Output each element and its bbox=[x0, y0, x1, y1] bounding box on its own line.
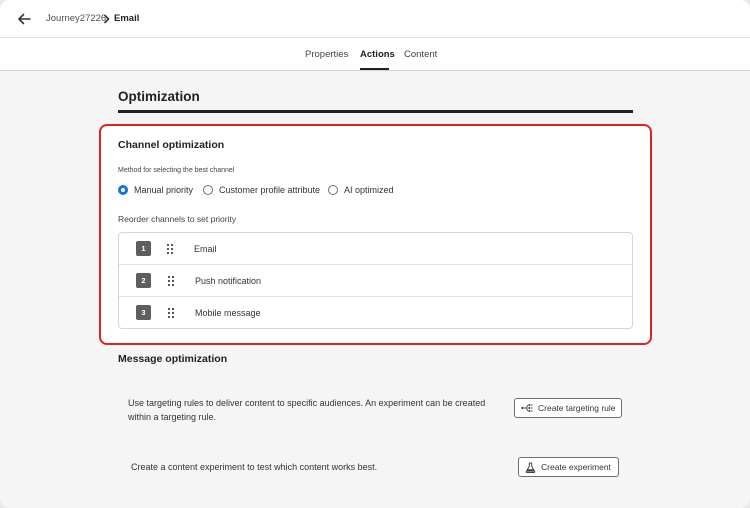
rank-badge: 2 bbox=[136, 273, 151, 288]
rank-badge: 3 bbox=[136, 305, 151, 320]
breadcrumb-parent-link[interactable]: Journey27226 bbox=[46, 13, 106, 24]
drag-handle[interactable] bbox=[167, 306, 175, 319]
title-divider bbox=[118, 110, 633, 113]
radio-ai-optimized[interactable]: AI optimized bbox=[328, 184, 394, 196]
active-tab-indicator bbox=[360, 68, 389, 70]
channel-priority-list: 1 Email 2 Push notification 3 Mobile mes… bbox=[118, 232, 633, 329]
reorder-label: Reorder channels to set priority bbox=[118, 214, 237, 224]
message-optimization-heading: Message optimization bbox=[118, 353, 228, 365]
drag-handle[interactable] bbox=[167, 274, 175, 287]
tab-bar: Properties Actions Content bbox=[0, 38, 750, 71]
page-title: Optimization bbox=[118, 89, 200, 104]
method-label: Method for selecting the best channel bbox=[118, 167, 235, 174]
targeting-description: Use targeting rules to deliver content t… bbox=[128, 398, 486, 422]
radio-customer-profile-attribute[interactable]: Customer profile attribute bbox=[203, 184, 320, 196]
breadcrumb-current: Email bbox=[114, 13, 140, 24]
channel-row-mobile-message[interactable]: 3 Mobile message bbox=[119, 297, 632, 329]
app-window: Journey27226 Email Properties Actions Co… bbox=[0, 0, 750, 508]
header-bar: Journey27226 Email bbox=[0, 0, 750, 38]
tab-actions[interactable]: Actions bbox=[360, 49, 395, 60]
radio-button[interactable] bbox=[203, 185, 213, 195]
arrow-left-icon bbox=[18, 13, 31, 25]
experiment-description: Create a content experiment to test whic… bbox=[131, 462, 378, 472]
radio-label: Manual priority bbox=[134, 185, 194, 195]
radio-label: Customer profile attribute bbox=[219, 185, 321, 195]
channel-name: Email bbox=[194, 244, 217, 254]
targeting-rule-icon bbox=[521, 404, 533, 412]
create-targeting-rule-button[interactable]: Create targeting rule bbox=[514, 398, 622, 418]
chevron-right-icon bbox=[104, 14, 110, 24]
back-button[interactable] bbox=[16, 11, 32, 27]
button-label: Create targeting rule bbox=[538, 403, 616, 413]
radio-manual-priority[interactable]: Manual priority bbox=[118, 184, 193, 196]
drag-handle-icon bbox=[167, 275, 175, 287]
channel-row-push-notification[interactable]: 2 Push notification bbox=[119, 265, 632, 297]
channel-name: Push notification bbox=[195, 276, 262, 286]
drag-handle-icon bbox=[166, 243, 174, 255]
drag-handle-icon bbox=[167, 307, 175, 319]
button-label: Create experiment bbox=[541, 462, 611, 472]
channel-name: Mobile message bbox=[195, 308, 261, 318]
drag-handle[interactable] bbox=[166, 242, 174, 255]
beaker-icon bbox=[525, 462, 536, 473]
radio-button[interactable] bbox=[328, 185, 338, 195]
rank-badge: 1 bbox=[136, 241, 151, 256]
radio-label: AI optimized bbox=[344, 185, 394, 195]
channel-optimization-heading: Channel optimization bbox=[118, 139, 225, 151]
tab-content[interactable]: Content bbox=[404, 49, 437, 60]
channel-row-email[interactable]: 1 Email bbox=[119, 233, 632, 265]
radio-button-checked[interactable] bbox=[118, 185, 128, 195]
breadcrumb-separator bbox=[102, 12, 112, 24]
tab-properties[interactable]: Properties bbox=[305, 49, 348, 60]
create-experiment-button[interactable]: Create experiment bbox=[518, 457, 619, 477]
